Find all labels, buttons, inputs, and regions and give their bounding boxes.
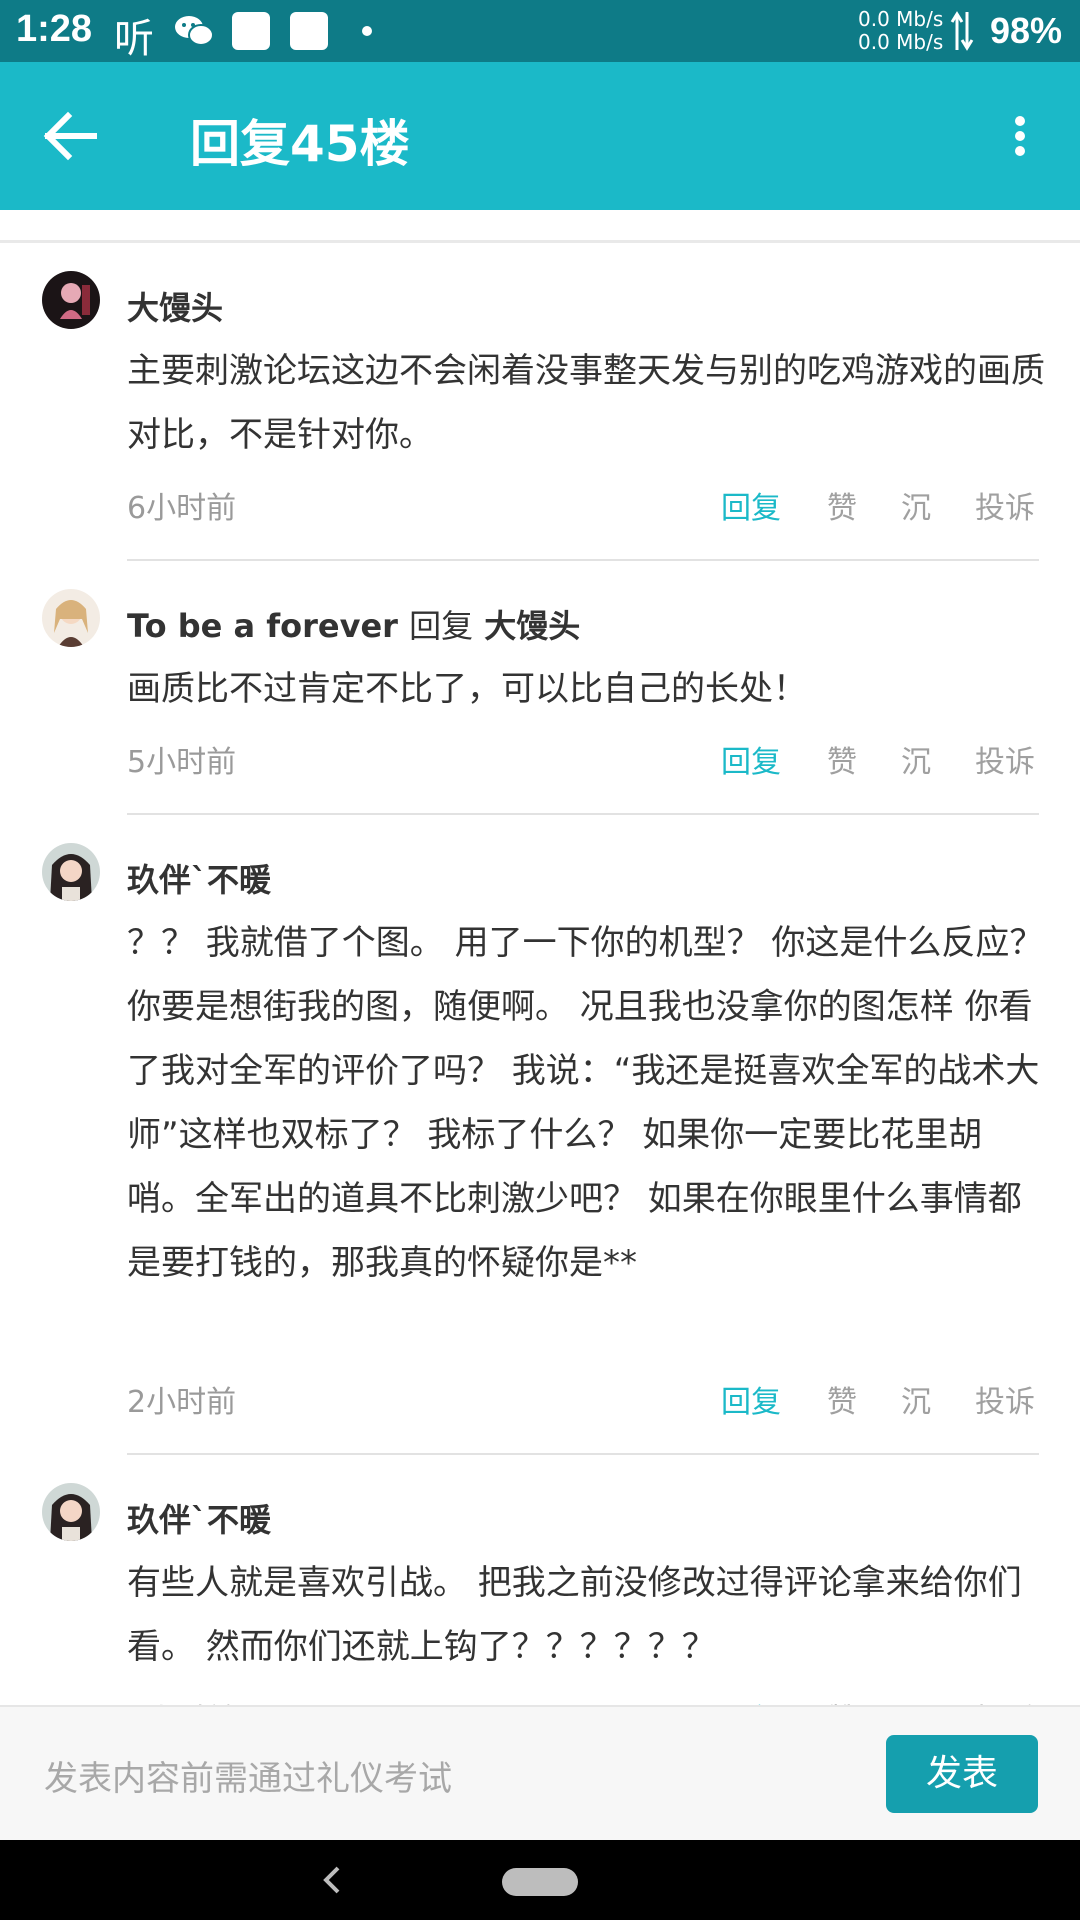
status-bar: 1:28 听 0.0 Mb/s 0.0 Mb/s 98% xyxy=(0,0,1080,62)
author-name[interactable]: To be a forever xyxy=(127,607,398,645)
comment-author[interactable]: 玖伴`不暖 xyxy=(127,855,271,901)
comment-meta: 2小时前 回复 赞 沉 投诉 xyxy=(127,1377,1039,1427)
wechat-icon xyxy=(175,16,214,46)
app-bar: 回复45楼 xyxy=(0,62,1080,210)
report-button[interactable]: 投诉 xyxy=(975,1377,1035,1421)
status-time: 1:28 xyxy=(16,8,93,50)
divider xyxy=(127,813,1039,815)
comment-author: To be a forever 回复 大馒头 xyxy=(127,601,580,647)
comment-body: 画质比不过肯定不比了，可以比自己的长处！ xyxy=(127,669,807,709)
reply-button[interactable]: 回复 xyxy=(721,1377,781,1421)
avatar[interactable] xyxy=(42,271,100,329)
report-button[interactable]: 投诉 xyxy=(975,737,1035,781)
comment-body: 主要刺激论坛这边不会闲着没事整天发与别的吃鸡游戏的画质对比，不是针对你。 xyxy=(127,351,1045,455)
reply-button[interactable]: 回复 xyxy=(721,483,781,527)
nav-home-icon[interactable] xyxy=(502,1868,578,1896)
reply-word: 回复 xyxy=(409,607,474,645)
notification-icon xyxy=(290,12,328,50)
avatar[interactable] xyxy=(42,1483,100,1541)
comment-meta: 2小时前 回复 赞 沉 投诉 xyxy=(127,1695,1039,1705)
like-button[interactable]: 赞 xyxy=(827,483,857,527)
avatar[interactable] xyxy=(42,843,100,901)
report-button[interactable]: 投诉 xyxy=(975,483,1035,527)
reply-button[interactable]: 回复 xyxy=(721,737,781,781)
reply-button[interactable]: 回复 xyxy=(721,1695,781,1705)
comment-author[interactable]: 玖伴`不暖 xyxy=(127,1495,271,1541)
like-button[interactable]: 赞 xyxy=(827,1377,857,1421)
dot-icon xyxy=(362,26,372,36)
arrow-left-icon[interactable] xyxy=(34,106,114,166)
comment-meta: 6小时前 回复 赞 沉 投诉 xyxy=(127,483,1039,533)
comment-meta: 5小时前 回复 赞 沉 投诉 xyxy=(127,737,1039,787)
comment-time: 2小时前 xyxy=(127,1695,236,1705)
nav-back-icon[interactable] xyxy=(316,1860,346,1900)
sink-button[interactable]: 沉 xyxy=(901,483,931,527)
page-title: 回复45楼 xyxy=(190,115,410,173)
data-arrows-icon xyxy=(950,11,974,51)
comment-time: 5小时前 xyxy=(127,745,237,780)
comment-body: ？？ 我就借了个图。 用了一下你的机型？ 你这是什么反应？ 你要是想街我的图，随… xyxy=(127,923,1044,1283)
avatar[interactable] xyxy=(42,589,100,647)
sink-button[interactable]: 沉 xyxy=(901,1377,931,1421)
like-button[interactable]: 赞 xyxy=(827,737,857,781)
divider xyxy=(127,559,1039,561)
notification-icon xyxy=(232,12,270,50)
ting-icon: 听 xyxy=(114,16,154,62)
sink-button[interactable]: 沉 xyxy=(901,737,931,781)
comment-input[interactable]: 发表内容前需通过礼仪考试 xyxy=(44,1751,452,1800)
send-button[interactable]: 发表 xyxy=(886,1735,1038,1813)
like-button[interactable]: 赞 xyxy=(827,1695,857,1705)
comment-time: 6小时前 xyxy=(127,491,237,526)
comment-author[interactable]: 大馒头 xyxy=(127,283,223,329)
comment-list[interactable]: 大馒头 主要刺激论坛这边不会闲着没事整天发与别的吃鸡游戏的画质对比，不是针对你。… xyxy=(0,243,1080,1705)
comment-time: 2小时前 xyxy=(127,1385,237,1420)
comment-input-bar: 发表内容前需通过礼仪考试 发表 xyxy=(0,1705,1080,1842)
more-vertical-icon[interactable] xyxy=(1000,106,1040,166)
network-speed: 0.0 Mb/s 0.0 Mb/s xyxy=(858,7,944,54)
navigation-bar xyxy=(0,1840,1080,1920)
report-button[interactable]: 投诉 xyxy=(975,1695,1035,1705)
reply-to-name[interactable]: 大馒头 xyxy=(484,607,580,645)
sink-button[interactable]: 沉 xyxy=(901,1695,931,1705)
divider xyxy=(127,1453,1039,1455)
battery-level: 98% xyxy=(990,10,1063,51)
comment-body: 有些人就是喜欢引战。 把我之前没修改过得评论拿来给你们看。 然而你们还就上钩了？… xyxy=(127,1563,1022,1667)
